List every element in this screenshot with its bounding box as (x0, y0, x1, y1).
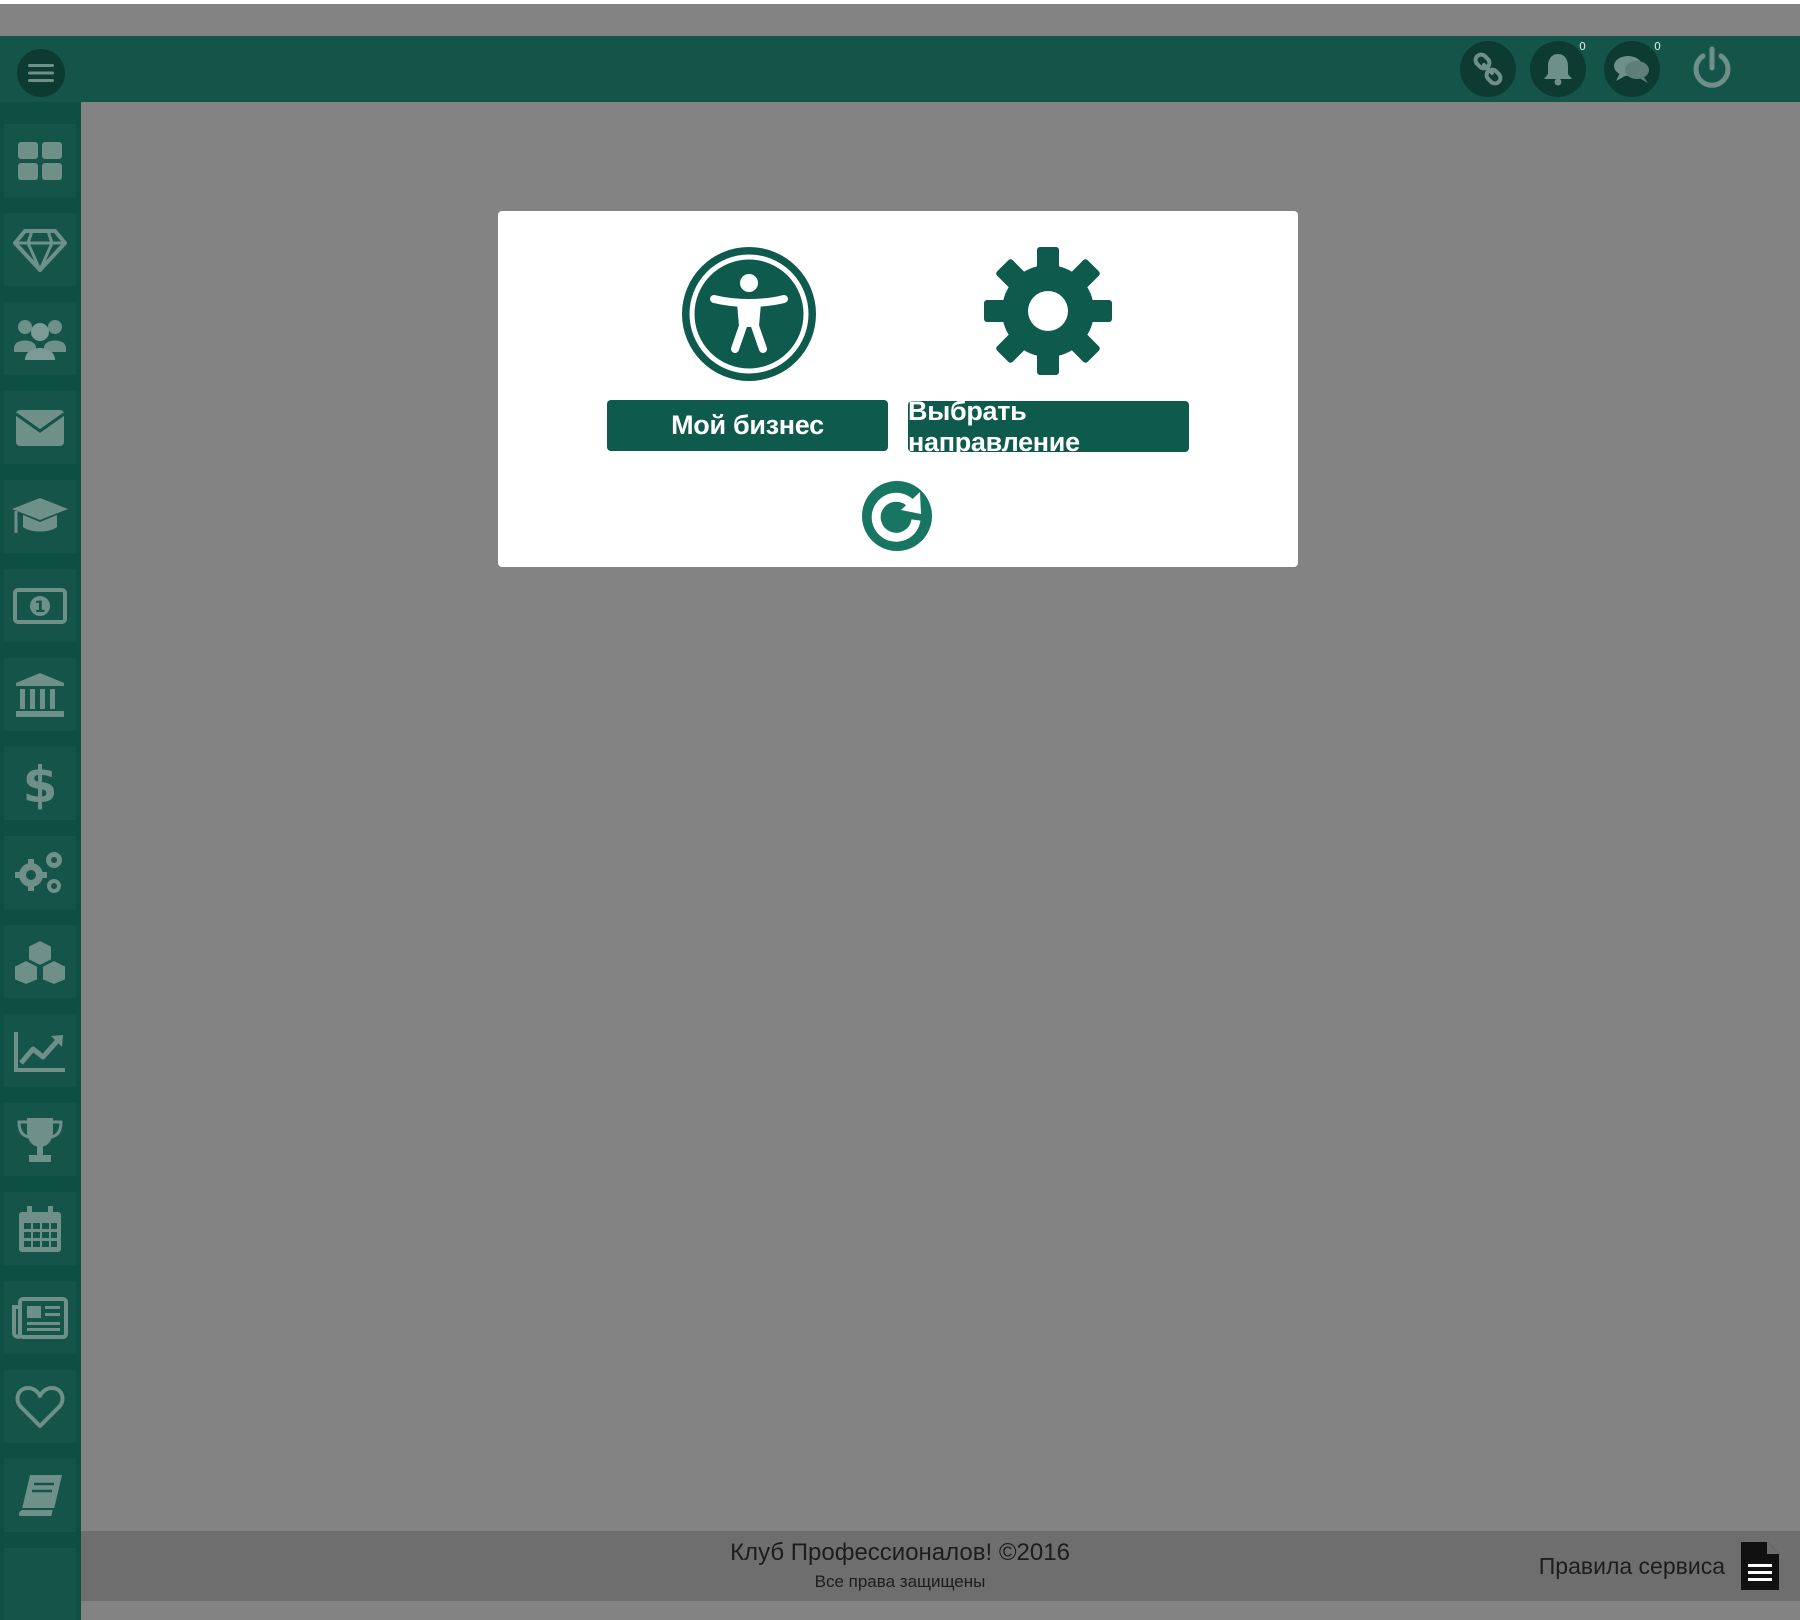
line-chart-icon (14, 1031, 65, 1072)
sidebar-item-bank[interactable] (4, 658, 76, 731)
service-rules-label: Правила сервиса (1538, 1552, 1725, 1579)
my-business-button[interactable]: Мой бизнес (607, 400, 888, 451)
graduation-cap-icon (12, 497, 68, 533)
choose-section-dialog: Мой бизнес Выбрать направление (498, 211, 1298, 567)
users-group-icon (14, 319, 66, 360)
money-bill-icon: 1 (13, 587, 67, 624)
service-rules-link[interactable]: Правила сервиса (1539, 1538, 1781, 1594)
link-icon[interactable] (1460, 41, 1516, 97)
newspaper-icon (12, 1296, 68, 1339)
chat-icon[interactable] (1604, 41, 1660, 97)
cubes-icon (13, 938, 67, 986)
sidebar-item-diamond[interactable] (4, 213, 76, 286)
book-icon (16, 1474, 62, 1518)
sidebar-item-statistics[interactable] (4, 1014, 76, 1087)
bank-building-icon (16, 672, 64, 717)
envelope-icon (15, 409, 65, 446)
sidebar-item-favorites[interactable] (4, 1370, 76, 1443)
sidebar-item-users[interactable] (4, 302, 76, 375)
dollar-icon: $ (25, 758, 55, 810)
sidebar: 1 $ (0, 102, 81, 1620)
bottom-strip (81, 1601, 1800, 1620)
rights-text: Все права защищены (814, 1572, 986, 1591)
calendar-icon (19, 1205, 61, 1252)
trophy-icon (17, 1117, 63, 1162)
gears-icon (15, 851, 62, 893)
diamond-icon (13, 228, 67, 272)
accessibility-person-icon[interactable] (681, 246, 817, 382)
sidebar-item-dashboard[interactable] (4, 124, 76, 197)
sidebar-item-finance[interactable]: $ (4, 747, 76, 820)
sidebar-item-messages[interactable] (4, 391, 76, 464)
sidebar-item-settings[interactable] (4, 836, 76, 909)
sidebar-item-news[interactable] (4, 1281, 76, 1354)
sidebar-item-education[interactable] (4, 480, 76, 553)
choose-direction-button[interactable]: Выбрать направление (908, 396, 1189, 457)
hamburger-menu-icon[interactable] (17, 49, 65, 97)
sidebar-item-products[interactable] (4, 925, 76, 998)
document-icon (1741, 1542, 1779, 1590)
svg-text:$: $ (25, 758, 55, 810)
sidebar-item-awards[interactable] (4, 1103, 76, 1176)
power-icon[interactable] (1684, 41, 1740, 97)
svg-text:1: 1 (34, 597, 45, 616)
top-bar: 0 0 (0, 36, 1800, 102)
footer: Клуб Профессионалов! ©2016 Все права защ… (81, 1531, 1800, 1601)
dashboard-grid-icon (18, 141, 62, 180)
refresh-icon[interactable] (861, 480, 933, 552)
sidebar-item-money[interactable]: 1 (4, 569, 76, 642)
heart-icon (15, 1385, 65, 1428)
top-strip (0, 0, 1800, 4)
bell-icon[interactable] (1530, 41, 1586, 97)
messages-badge: 0 (1654, 40, 1661, 53)
sidebar-item-blank[interactable] (4, 1548, 76, 1620)
sidebar-item-calendar[interactable] (4, 1192, 76, 1265)
notifications-badge: 0 (1579, 40, 1586, 53)
copyright-text: Клуб Профессионалов! ©2016 (730, 1539, 1070, 1566)
sidebar-item-library[interactable] (4, 1459, 76, 1532)
gear-icon[interactable] (982, 245, 1114, 377)
